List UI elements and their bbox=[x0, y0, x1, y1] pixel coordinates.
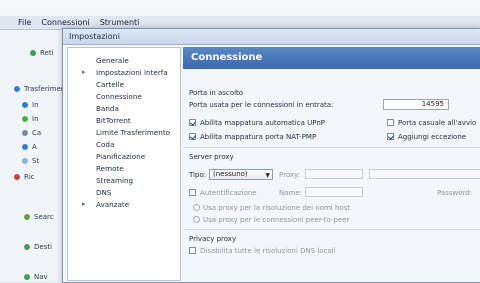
proxy-auth-checkbox[interactable] bbox=[189, 189, 196, 196]
dialog-title: Impostazioni bbox=[69, 32, 120, 41]
settings-dialog: Impostazioni Generale ▸ Impostazioni int… bbox=[62, 28, 480, 283]
activity-icon bbox=[22, 144, 28, 150]
privacy-header: Privacy proxy bbox=[189, 235, 237, 243]
firewall-exception-label: Aggiungi eccezione bbox=[398, 133, 467, 141]
tree-item-dns[interactable]: DNS bbox=[96, 188, 111, 197]
left-pane-item[interactable]: Ca bbox=[22, 129, 41, 137]
tree-item-advanced[interactable]: Avanzate bbox=[96, 200, 129, 209]
tree-item-streaming[interactable]: Streaming bbox=[96, 176, 133, 185]
chevron-down-icon: ▼ bbox=[265, 172, 270, 179]
upnp-label: Abilita mappatura automatica UPnP bbox=[200, 119, 325, 127]
proxy-pass-label: Password: bbox=[437, 189, 473, 197]
tree-item-general[interactable]: Generale bbox=[96, 56, 129, 65]
left-pane-item[interactable]: Ric bbox=[14, 173, 35, 181]
proxy-host-input[interactable] bbox=[305, 169, 363, 179]
settings-tree: Generale ▸ Impostazioni interfa Cartelle… bbox=[67, 47, 181, 281]
left-pane-item[interactable]: A bbox=[22, 143, 37, 151]
folder-icon bbox=[22, 130, 28, 136]
proxy-hostname-checkbox[interactable] bbox=[193, 204, 200, 211]
dialog-titlebar[interactable]: Impostazioni bbox=[63, 29, 480, 45]
tree-item-transfer-cap[interactable]: Limite Trasferimento bbox=[96, 128, 170, 137]
menu-file[interactable]: File bbox=[18, 18, 31, 27]
tree-item-interface[interactable]: Impostazioni interfa bbox=[96, 68, 168, 77]
menu-connections[interactable]: Connessioni bbox=[41, 18, 89, 27]
tree-item-remote[interactable]: Remote bbox=[96, 164, 124, 173]
left-pane-item[interactable]: In bbox=[22, 115, 39, 123]
tree-item-bandwidth[interactable]: Banda bbox=[96, 104, 119, 113]
listen-port-input[interactable]: 14595 bbox=[383, 99, 449, 110]
download-icon bbox=[22, 102, 28, 108]
tree-item-connection[interactable]: Connessione bbox=[96, 92, 142, 101]
proxy-auth-label: Autentificazione bbox=[200, 189, 257, 197]
proxy-type-label: Tipo: bbox=[189, 171, 207, 179]
expand-icon[interactable]: ▸ bbox=[82, 200, 86, 208]
proxy-header: Server proxy bbox=[189, 153, 234, 161]
section-divider bbox=[183, 229, 480, 230]
left-pane-item[interactable]: In bbox=[22, 101, 39, 109]
random-port-checkbox[interactable] bbox=[387, 119, 394, 126]
tree-item-bittorrent[interactable]: BitTorrent bbox=[96, 116, 131, 125]
section-divider bbox=[183, 147, 480, 148]
proxy-user-label: Nome: bbox=[279, 189, 303, 197]
stats-icon bbox=[22, 158, 28, 164]
proxy-user-input[interactable] bbox=[305, 187, 363, 197]
listen-port-label: Porta usata per le connessioni in entrat… bbox=[189, 101, 334, 109]
app-window: File Connessioni Strumenti Reti Trasferi… bbox=[0, 0, 480, 283]
upnp-checkbox[interactable] bbox=[189, 119, 196, 126]
tree-item-folders[interactable]: Cartelle bbox=[96, 80, 124, 89]
natpmp-checkbox[interactable] bbox=[189, 133, 196, 140]
network-icon bbox=[14, 86, 20, 92]
section-title: Connessione bbox=[191, 52, 263, 63]
status-icon bbox=[30, 50, 36, 56]
random-port-label: Porta casuale all'avvio bbox=[398, 119, 477, 127]
privacy-dns-label: Disabilita tutte le risoluzioni DNS loca… bbox=[200, 247, 336, 255]
tree-item-queue[interactable]: Coda bbox=[96, 140, 114, 149]
section-banner: Connessione bbox=[183, 47, 480, 69]
browser-icon bbox=[24, 274, 30, 280]
proxy-hostname-label: Usa proxy per la risoluzione dei nomi ho… bbox=[203, 204, 351, 212]
connection-panel: Connessione Porta in ascolto Porta usata… bbox=[183, 47, 480, 279]
proxy-host-label: Proxy: bbox=[279, 171, 301, 179]
search-icon bbox=[14, 174, 20, 180]
search-engine-icon bbox=[24, 214, 30, 220]
proxy-p2p-checkbox[interactable] bbox=[193, 216, 200, 223]
upload-icon bbox=[22, 116, 28, 122]
expand-icon[interactable]: ▸ bbox=[82, 68, 86, 76]
left-pane-item[interactable]: Nav bbox=[24, 273, 48, 281]
firewall-exception-checkbox[interactable] bbox=[387, 133, 394, 140]
listen-port-header: Porta in ascolto bbox=[189, 89, 244, 97]
left-pane-item[interactable]: Desti bbox=[24, 243, 52, 251]
menu-tools[interactable]: Strumenti bbox=[100, 18, 140, 27]
privacy-dns-checkbox[interactable] bbox=[189, 247, 196, 254]
proxy-p2p-label: Usa proxy per le connessioni peer-to-pee… bbox=[203, 216, 350, 224]
left-pane: Reti Trasferimenti In In Ca A St Ric Sea… bbox=[0, 31, 70, 281]
tree-item-scheduler[interactable]: Pianificazione bbox=[96, 152, 145, 161]
left-pane-item[interactable]: Searc bbox=[24, 213, 54, 221]
natpmp-label: Abilita mappatura porta NAT-PMP bbox=[200, 133, 317, 141]
proxy-port-input[interactable] bbox=[369, 169, 480, 179]
left-pane-item[interactable]: St bbox=[22, 157, 39, 165]
proxy-type-select[interactable]: (nessuno) ▼ bbox=[209, 169, 273, 180]
destination-icon bbox=[24, 244, 30, 250]
left-pane-item[interactable]: Reti bbox=[30, 49, 54, 57]
